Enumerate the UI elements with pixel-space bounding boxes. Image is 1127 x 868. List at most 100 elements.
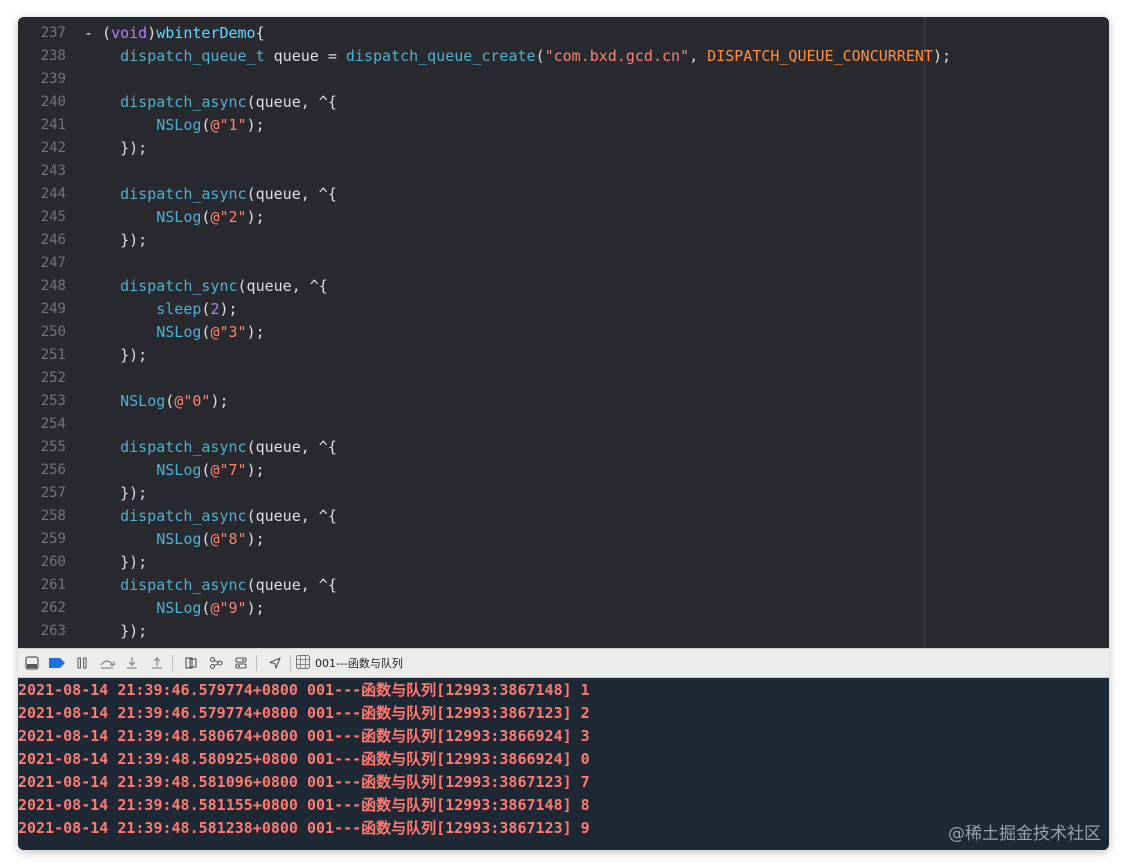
code-line[interactable]: 261 dispatch_async(queue, ^{ <box>18 574 1109 597</box>
code-line[interactable]: 239 <box>18 68 1109 91</box>
code-text: dispatch_async(queue, ^{ <box>84 91 337 114</box>
code-line[interactable]: 252 <box>18 367 1109 390</box>
debug-bar: 001---函数与队列 <box>18 648 1109 678</box>
code-text: NSLog(@"7"); <box>84 459 265 482</box>
code-line[interactable]: 260 }); <box>18 551 1109 574</box>
code-text: }); <box>84 344 147 367</box>
code-line[interactable]: 242 }); <box>18 137 1109 160</box>
code-text: NSLog(@"0"); <box>84 390 228 413</box>
code-text: }); <box>84 551 147 574</box>
code-token: }); <box>84 622 148 640</box>
console-log-line: 2021-08-14 21:39:46.579774+0800 001---函数… <box>18 704 590 722</box>
code-token: @"9" <box>210 599 247 617</box>
code-token: - ( <box>84 24 112 42</box>
location-arrow-icon <box>268 656 282 670</box>
code-text: }); <box>84 137 147 160</box>
pause-button[interactable] <box>71 652 93 674</box>
line-number: 238 <box>40 48 66 64</box>
code-line[interactable]: 247 <box>18 252 1109 275</box>
code-line[interactable]: 248 dispatch_sync(queue, ^{ <box>18 275 1109 298</box>
code-text: }); <box>84 620 147 643</box>
code-line[interactable]: 251 }); <box>18 344 1109 367</box>
step-over-icon <box>99 656 115 670</box>
code-line[interactable]: 257 }); <box>18 482 1109 505</box>
code-token: }); <box>84 231 148 249</box>
code-line[interactable]: 238 dispatch_queue_t queue = dispatch_qu… <box>18 45 1109 68</box>
code-token: NSLog <box>156 461 202 479</box>
code-text: NSLog(@"3"); <box>84 321 264 344</box>
code-line[interactable]: 262 NSLog(@"9"); <box>18 597 1109 620</box>
code-line[interactable]: 241 NSLog(@"1"); <box>18 114 1109 137</box>
code-text: dispatch_async(queue, ^{ <box>84 574 337 597</box>
code-text: }); <box>84 482 147 505</box>
code-token: @"7" <box>210 461 247 479</box>
code-line[interactable]: 263 }); <box>18 620 1109 643</box>
code-line[interactable]: 249 sleep(2); <box>18 298 1109 321</box>
code-token: dispatch_queue_t <box>120 47 265 65</box>
line-number: 255 <box>40 439 66 455</box>
step-into-button[interactable] <box>121 652 143 674</box>
code-line[interactable]: 254 <box>18 413 1109 436</box>
step-out-button[interactable] <box>146 652 168 674</box>
line-number: 263 <box>40 623 66 639</box>
code-line[interactable]: 259 NSLog(@"8"); <box>18 528 1109 551</box>
line-number: 261 <box>40 577 66 593</box>
code-token: NSLog <box>156 208 202 226</box>
console-log-line: 2021-08-14 21:39:48.580925+0800 001---函数… <box>18 750 590 768</box>
line-number: 247 <box>40 255 66 271</box>
toolbar-separator <box>256 655 257 671</box>
code-token: ); <box>219 300 238 318</box>
code-editor[interactable]: 237- (void)wbinterDemo{238 dispatch_queu… <box>18 17 1109 648</box>
code-token: ( <box>535 47 545 65</box>
memory-graph-button[interactable] <box>205 652 227 674</box>
line-number: 262 <box>40 600 66 616</box>
hide-debug-area-button[interactable] <box>21 652 43 674</box>
code-line[interactable]: 250 NSLog(@"3"); <box>18 321 1109 344</box>
line-number: 248 <box>40 278 66 294</box>
code-line[interactable]: 258 dispatch_async(queue, ^{ <box>18 505 1109 528</box>
app-target-icon <box>295 654 311 673</box>
code-token: dispatch_sync <box>120 277 238 295</box>
line-number: 250 <box>40 324 66 340</box>
code-line[interactable]: 253 NSLog(@"0"); <box>18 390 1109 413</box>
code-line[interactable]: 240 dispatch_async(queue, ^{ <box>18 91 1109 114</box>
line-number: 258 <box>40 508 66 524</box>
line-number: 245 <box>40 209 66 225</box>
code-token: NSLog <box>156 599 202 617</box>
code-token: NSLog <box>120 392 166 410</box>
line-number: 246 <box>40 232 66 248</box>
target-selector[interactable]: 001---函数与队列 <box>295 654 403 673</box>
code-line[interactable]: 244 dispatch_async(queue, ^{ <box>18 183 1109 206</box>
code-line[interactable]: 237 - (void)wbinterDemo{ <box>18 22 1109 45</box>
code-text: dispatch_async(queue, ^{ <box>84 505 337 528</box>
code-text: NSLog(@"2"); <box>84 206 265 229</box>
simulate-location-button[interactable] <box>264 652 286 674</box>
code-line[interactable]: 243 <box>18 160 1109 183</box>
code-line[interactable]: 246 }); <box>18 229 1109 252</box>
environment-overrides-button[interactable] <box>230 652 252 674</box>
console-output[interactable]: @稀土掘金技术社区 2021-08-14 21:39:46.579774+080… <box>18 678 1109 850</box>
code-line[interactable]: 256 NSLog(@"7"); <box>18 459 1109 482</box>
code-token: ); <box>246 461 265 479</box>
code-token: ); <box>246 208 265 226</box>
code-line[interactable]: 255 dispatch_async(queue, ^{ <box>18 436 1109 459</box>
console-log-line: 2021-08-14 21:39:48.581238+0800 001---函数… <box>18 819 590 837</box>
panel-bottom-icon <box>25 656 39 670</box>
step-over-button[interactable] <box>96 652 118 674</box>
code-line[interactable]: 245 NSLog(@"2"); <box>18 206 1109 229</box>
code-token: ); <box>246 116 265 134</box>
view-hierarchy-button[interactable] <box>180 652 202 674</box>
code-text: dispatch_sync(queue, ^{ <box>84 275 328 298</box>
breakpoints-toggle-button[interactable] <box>46 652 68 674</box>
code-token: @"0" <box>174 392 211 410</box>
line-number: 253 <box>40 393 66 409</box>
